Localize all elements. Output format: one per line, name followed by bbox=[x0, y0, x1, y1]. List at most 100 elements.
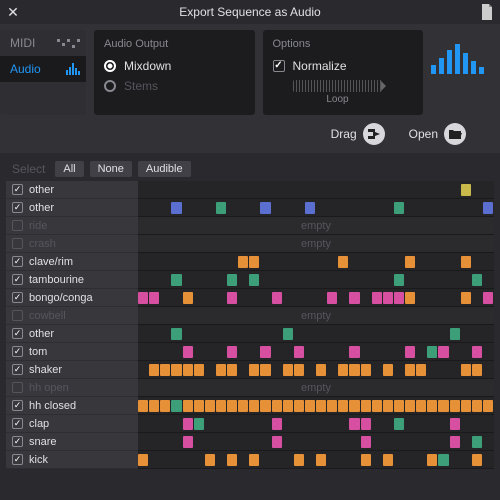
note bbox=[183, 364, 193, 376]
track-lane bbox=[138, 181, 494, 199]
radio-stems[interactable]: Stems bbox=[104, 76, 245, 96]
note bbox=[205, 400, 215, 412]
note bbox=[171, 328, 181, 340]
track-checkbox[interactable] bbox=[12, 274, 23, 285]
drag-export-button[interactable]: Drag bbox=[331, 123, 385, 145]
note bbox=[183, 436, 193, 448]
audio-output-panel: Audio Output Mixdown Stems bbox=[94, 30, 255, 115]
track-header[interactable]: shaker bbox=[6, 361, 138, 379]
track-name: other bbox=[29, 202, 54, 214]
track-header[interactable]: other bbox=[6, 325, 138, 343]
note bbox=[383, 400, 393, 412]
select-none-button[interactable]: None bbox=[90, 161, 132, 177]
note bbox=[171, 274, 181, 286]
note bbox=[405, 292, 415, 304]
note bbox=[349, 418, 359, 430]
note bbox=[294, 364, 304, 376]
track-header[interactable]: other bbox=[6, 181, 138, 199]
track-lane bbox=[138, 397, 494, 415]
track-header[interactable]: hh open bbox=[6, 379, 138, 397]
note bbox=[450, 418, 460, 430]
track-lane: empty bbox=[138, 217, 494, 235]
track-checkbox[interactable] bbox=[12, 220, 23, 231]
track-name: ride bbox=[29, 220, 47, 232]
note bbox=[450, 400, 460, 412]
track-header[interactable]: crash bbox=[6, 235, 138, 253]
track-header[interactable]: snare bbox=[6, 433, 138, 451]
track-checkbox[interactable] bbox=[12, 454, 23, 465]
note bbox=[272, 400, 282, 412]
note bbox=[216, 202, 226, 214]
note bbox=[227, 364, 237, 376]
track-header[interactable]: tambourine bbox=[6, 271, 138, 289]
track-header[interactable]: bongo/conga bbox=[6, 289, 138, 307]
track-checkbox[interactable] bbox=[12, 436, 23, 447]
track-header[interactable]: clave/rim bbox=[6, 253, 138, 271]
track-header[interactable]: tom bbox=[6, 343, 138, 361]
note bbox=[361, 400, 371, 412]
note bbox=[171, 364, 181, 376]
track-checkbox[interactable] bbox=[12, 184, 23, 195]
track-checkbox[interactable] bbox=[12, 202, 23, 213]
track-checkbox[interactable] bbox=[12, 418, 23, 429]
note bbox=[238, 400, 248, 412]
track-header[interactable]: kick bbox=[6, 451, 138, 469]
track-checkbox[interactable] bbox=[12, 346, 23, 357]
track-row: hh openempty bbox=[6, 379, 494, 397]
note bbox=[338, 256, 348, 268]
note bbox=[194, 400, 204, 412]
note bbox=[405, 346, 415, 358]
open-folder-button[interactable]: Open bbox=[409, 123, 466, 145]
note bbox=[349, 346, 359, 358]
note bbox=[238, 256, 248, 268]
export-config: MIDI Audio Audio Output Mixdown bbox=[0, 24, 500, 153]
select-filter-row: Select All None Audible bbox=[6, 159, 494, 181]
select-audible-button[interactable]: Audible bbox=[138, 161, 191, 177]
tab-audio[interactable]: Audio bbox=[0, 56, 86, 82]
note bbox=[394, 202, 404, 214]
note bbox=[438, 454, 448, 466]
track-checkbox[interactable] bbox=[12, 238, 23, 249]
track-checkbox[interactable] bbox=[12, 292, 23, 303]
track-lane bbox=[138, 289, 494, 307]
note bbox=[361, 364, 371, 376]
note bbox=[472, 346, 482, 358]
track-header[interactable]: other bbox=[6, 199, 138, 217]
track-header[interactable]: hh closed bbox=[6, 397, 138, 415]
track-header[interactable]: ride bbox=[6, 217, 138, 235]
note bbox=[438, 400, 448, 412]
note bbox=[227, 274, 237, 286]
track-checkbox[interactable] bbox=[12, 310, 23, 321]
note bbox=[272, 436, 282, 448]
note bbox=[327, 292, 337, 304]
note bbox=[294, 346, 304, 358]
note bbox=[183, 400, 193, 412]
track-checkbox[interactable] bbox=[12, 400, 23, 411]
track-header[interactable]: clap bbox=[6, 415, 138, 433]
note bbox=[349, 364, 359, 376]
track-header[interactable]: cowbell bbox=[6, 307, 138, 325]
loop-waveform-icon bbox=[293, 80, 383, 92]
note bbox=[372, 400, 382, 412]
tab-midi[interactable]: MIDI bbox=[0, 30, 86, 56]
track-checkbox[interactable] bbox=[12, 382, 23, 393]
loop-preview[interactable]: Loop bbox=[273, 80, 414, 105]
format-tabs: MIDI Audio bbox=[0, 30, 86, 115]
track-checkbox[interactable] bbox=[12, 328, 23, 339]
document-icon[interactable] bbox=[480, 4, 494, 20]
note bbox=[394, 274, 404, 286]
track-checkbox[interactable] bbox=[12, 364, 23, 375]
track-name: other bbox=[29, 328, 54, 340]
options-heading: Options bbox=[273, 38, 414, 50]
track-lane: empty bbox=[138, 235, 494, 253]
track-checkbox[interactable] bbox=[12, 256, 23, 267]
checkbox-normalize[interactable]: Normalize bbox=[273, 56, 414, 76]
radio-mixdown[interactable]: Mixdown bbox=[104, 56, 245, 76]
note bbox=[294, 454, 304, 466]
note bbox=[260, 400, 270, 412]
close-button[interactable]: ✕ bbox=[6, 4, 20, 21]
midi-icon bbox=[57, 39, 80, 48]
note bbox=[316, 454, 326, 466]
select-all-button[interactable]: All bbox=[55, 161, 83, 177]
note bbox=[171, 202, 181, 214]
